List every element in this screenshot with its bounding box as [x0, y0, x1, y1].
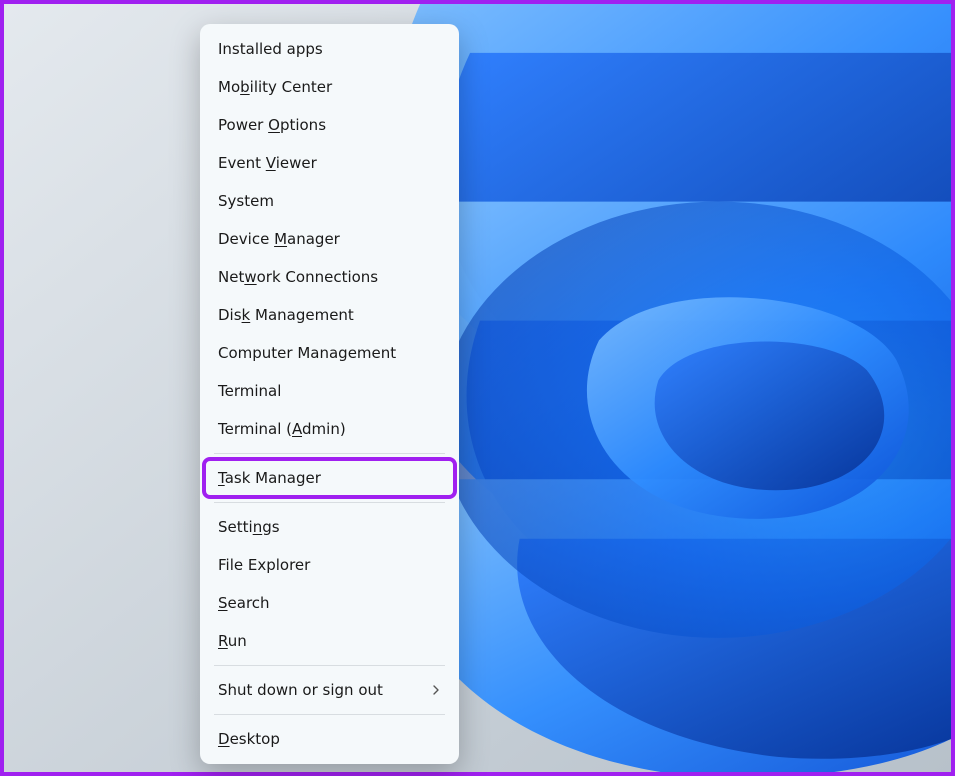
menu-item-label: Settings: [218, 518, 280, 536]
menu-item-label: Terminal: [218, 382, 281, 400]
menu-item-label: Mobility Center: [218, 78, 332, 96]
menu-item-label: Installed apps: [218, 40, 323, 58]
menu-item-terminal[interactable]: Terminal: [204, 372, 455, 410]
menu-item-label: Desktop: [218, 730, 280, 748]
winx-context-menu[interactable]: Installed apps Mobility Center Power Optio…: [200, 24, 459, 764]
menu-item-shut-down-or-sign-out[interactable]: Shut down or sign out: [204, 671, 455, 709]
menu-item-power-options[interactable]: Power Options: [204, 106, 455, 144]
menu-item-settings[interactable]: Settings: [204, 508, 455, 546]
menu-item-computer-management[interactable]: Computer Management: [204, 334, 455, 372]
desktop-wallpaper: [4, 4, 951, 772]
menu-divider: [214, 502, 445, 503]
menu-item-network-connections[interactable]: Network Connections: [204, 258, 455, 296]
menu-divider: [214, 453, 445, 454]
menu-item-mobility-center[interactable]: Mobility Center: [204, 68, 455, 106]
menu-divider: [214, 714, 445, 715]
menu-item-label: Event Viewer: [218, 154, 317, 172]
menu-item-run[interactable]: Run: [204, 622, 455, 660]
menu-item-label: Search: [218, 594, 270, 612]
menu-item-event-viewer[interactable]: Event Viewer: [204, 144, 455, 182]
menu-item-task-manager[interactable]: Task Manager: [204, 459, 455, 497]
menu-item-file-explorer[interactable]: File Explorer: [204, 546, 455, 584]
screenshot-frame: Installed apps Mobility Center Power Optio…: [0, 0, 955, 776]
menu-item-label: Network Connections: [218, 268, 378, 286]
menu-item-label: Disk Management: [218, 306, 354, 324]
menu-item-disk-management[interactable]: Disk Management: [204, 296, 455, 334]
menu-item-label: Computer Management: [218, 344, 396, 362]
menu-divider: [214, 665, 445, 666]
menu-item-installed-apps[interactable]: Installed apps: [204, 30, 455, 68]
menu-item-device-manager[interactable]: Device Manager: [204, 220, 455, 258]
chevron-right-icon: [431, 685, 441, 695]
menu-item-search[interactable]: Search: [204, 584, 455, 622]
menu-item-label: Shut down or sign out: [218, 681, 383, 699]
menu-item-desktop[interactable]: Desktop: [204, 720, 455, 758]
menu-item-label: Power Options: [218, 116, 326, 134]
menu-item-label: Terminal (Admin): [218, 420, 346, 438]
menu-item-terminal-admin[interactable]: Terminal (Admin): [204, 410, 455, 448]
menu-item-label: Device Manager: [218, 230, 340, 248]
menu-item-label: File Explorer: [218, 556, 310, 574]
menu-item-label: Run: [218, 632, 247, 650]
menu-item-label: System: [218, 192, 274, 210]
menu-item-system[interactable]: System: [204, 182, 455, 220]
menu-item-label: Task Manager: [218, 469, 321, 487]
